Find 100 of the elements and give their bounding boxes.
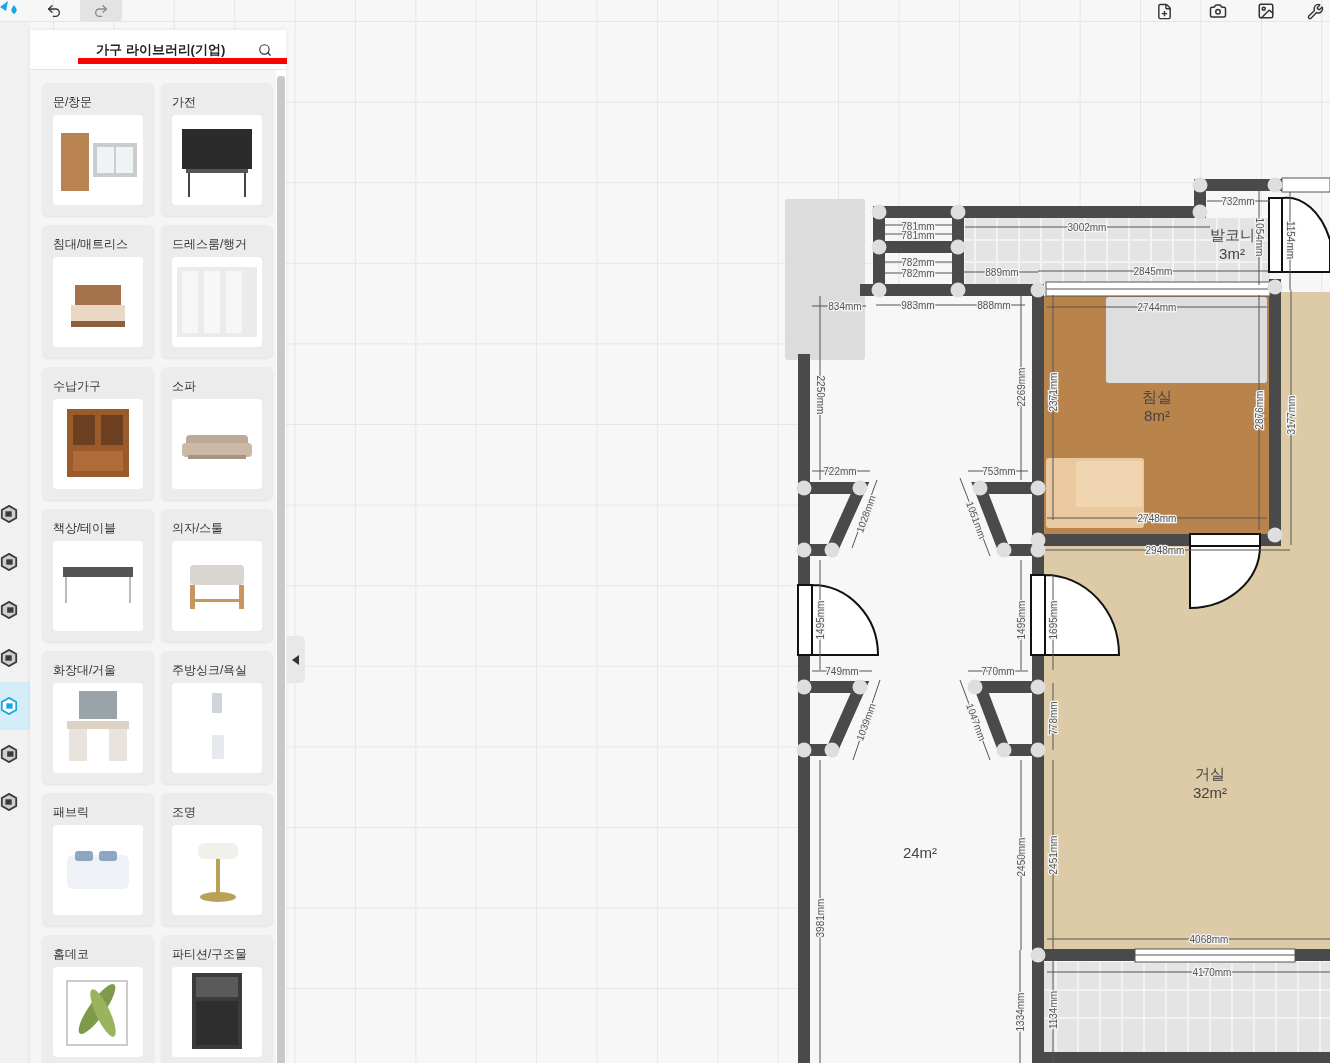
wall-node[interactable] [796,679,812,695]
hexagon-icon [0,793,18,811]
collapse-handle[interactable] [287,636,305,683]
add-file-icon[interactable] [1156,2,1173,20]
dimension-label: 2876mm [1253,390,1265,430]
category-label: 책상/테이블 [53,520,117,537]
wall-node[interactable] [967,679,983,695]
category-card[interactable]: 가전 [161,83,273,216]
category-label: 문/창문 [53,94,93,111]
room-area: 24m² [902,843,938,861]
dimension-label: 1495mm [814,600,826,640]
dimension-label: 4170mm [1192,966,1232,978]
dimension-label: 2269mm [1015,367,1027,407]
category-card[interactable]: 패브릭 [42,793,154,926]
dimension-label: 834mm [828,300,862,312]
category-card[interactable]: 홈데코 [42,935,154,1063]
category-card[interactable]: 의자/스툴 [161,509,273,642]
dimension-label: 889mm [985,266,1019,278]
category-card[interactable]: 주방싱크/욕실 [161,651,273,784]
dimension-label: 983mm [901,299,935,311]
room-area: 32m² [1192,783,1228,801]
room-area: 3m² [1219,244,1245,262]
wall-node[interactable] [972,480,988,496]
category-label: 파티션/구조물 [172,946,248,963]
category-label: 화장대/거울 [53,662,117,679]
category-card[interactable]: 드레스룸/행거 [161,225,273,358]
category-card[interactable]: 책상/테이블 [42,509,154,642]
room-area: 8m² [1144,406,1170,424]
wall-node[interactable] [1030,282,1046,298]
wall-node[interactable] [1030,947,1046,963]
caret-icon [292,654,300,665]
category-label: 조명 [172,804,196,821]
wall-node[interactable] [1030,679,1046,695]
wall-node[interactable] [1030,480,1046,496]
dimension-label: 888mm [977,299,1011,311]
wall-node[interactable] [871,282,887,298]
dimension-label: 782mm [901,267,935,279]
category-label: 의자/스툴 [172,520,224,537]
wall-node[interactable] [796,542,812,558]
settings-icon[interactable] [1307,2,1324,20]
room-name: 거실 [1195,764,1225,782]
room-name: 침실 [1142,387,1172,405]
dimension-label: 753mm [982,465,1016,477]
wall-node[interactable] [950,239,966,255]
category-label: 침대/매트리스 [53,236,129,253]
camera-icon[interactable] [1209,2,1227,20]
category-card[interactable]: 수납가구 [42,367,154,500]
dimension-label: 732mm [1221,195,1255,207]
hexagon-icon [0,745,18,763]
wall-node[interactable] [871,239,887,255]
dimension-label: 1134mm [1047,990,1059,1030]
category-card[interactable]: 침대/매트리스 [42,225,154,358]
dimension-label: 782mm [901,256,935,268]
redo-icon [93,3,109,19]
wall-node[interactable] [1267,177,1283,193]
wall-node[interactable] [996,742,1012,758]
wall-node[interactable] [1267,279,1283,295]
dimension-label: 2948mm [1145,544,1185,556]
wall-node[interactable] [824,542,840,558]
dimension-label: 4068mm [1189,933,1229,945]
room-name: 발코니 [1209,225,1255,243]
search-icon[interactable] [258,42,272,57]
category-label: 수납가구 [53,378,101,395]
dimension-label: 722mm [823,465,857,477]
wall-node[interactable] [1030,742,1046,758]
dimension-label: 1054mm [1253,217,1265,257]
wall-node[interactable] [1192,177,1208,193]
hexagon-icon [0,601,18,619]
dimension-label: 781mm [901,220,935,232]
category-label: 가전 [172,94,196,111]
wall-node[interactable] [950,204,966,220]
wall-node[interactable] [871,204,887,220]
wall-node[interactable] [796,480,812,496]
wall-node[interactable] [996,542,1012,558]
dimension-label: 2450mm [1015,837,1027,877]
category-label: 소파 [172,378,196,395]
category-label: 드레스룸/행거 [172,236,248,253]
dimension-label: 3002mm [1067,221,1107,233]
image-icon[interactable] [1257,2,1275,20]
dimension-label: 3981mm [814,898,826,938]
wall-node[interactable] [1030,542,1046,558]
dimension-label: 3177mm [1285,395,1297,435]
hexagon-icon [0,505,18,523]
category-card[interactable]: 문/창문 [42,83,154,216]
dimension-label: 2250mm [814,375,826,415]
category-label: 패브릭 [53,804,89,821]
wall-node[interactable] [852,480,868,496]
category-card[interactable]: 화장대/거울 [42,651,154,784]
dimension-label: 1334mm [1014,992,1026,1032]
dimension-label: 770mm [981,665,1015,677]
wall-node[interactable] [1192,204,1208,220]
wall-node[interactable] [852,679,868,695]
category-card[interactable]: 소파 [161,367,273,500]
wall-node[interactable] [796,742,812,758]
dimension-label: 781mm [901,229,935,241]
wall-node[interactable] [824,742,840,758]
wall-node[interactable] [1267,527,1283,543]
category-card[interactable]: 파티션/구조물 [161,935,273,1063]
category-card[interactable]: 조명 [161,793,273,926]
wall-node[interactable] [950,282,966,298]
